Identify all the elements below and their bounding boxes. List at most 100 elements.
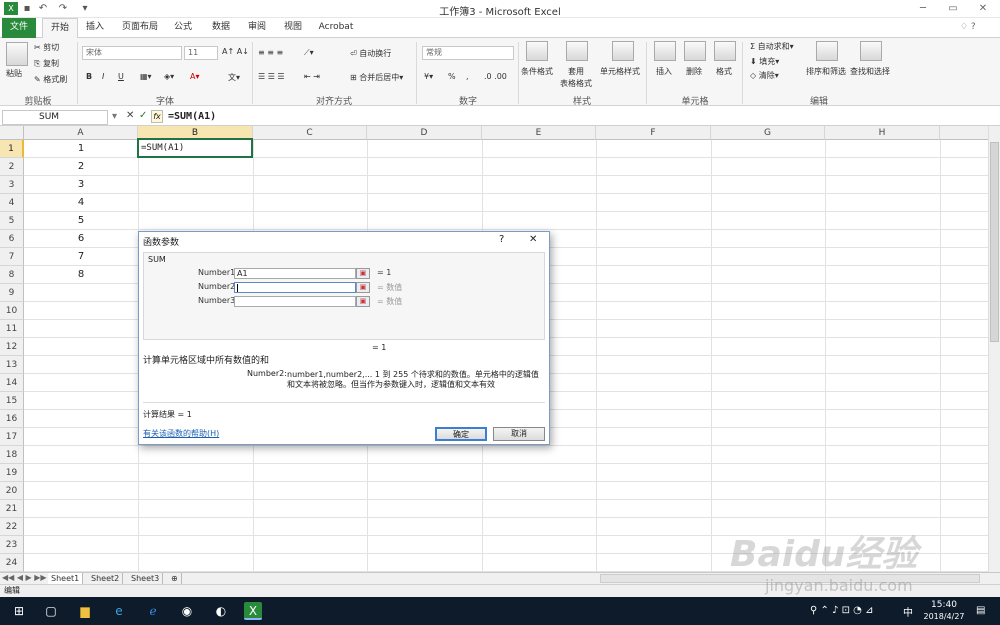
cancel-button[interactable]: 取消	[493, 427, 545, 441]
media-player-icon[interactable]: ◉	[178, 602, 196, 620]
column-header-c[interactable]: C	[253, 126, 367, 140]
percent-button[interactable]: %	[448, 72, 456, 81]
row-header-11[interactable]: 11	[0, 320, 24, 338]
row-header-8[interactable]: 8	[0, 266, 24, 284]
task-view-icon[interactable]: ▢	[42, 602, 60, 620]
row-header-24[interactable]: 24	[0, 554, 24, 572]
cell-styles-button[interactable]: 单元格样式	[600, 66, 640, 77]
cell-a3[interactable]: 3	[24, 179, 138, 190]
column-header-f[interactable]: F	[596, 126, 711, 140]
column-header-e[interactable]: E	[482, 126, 596, 140]
copy-button[interactable]: ⎘ 复制	[34, 58, 59, 69]
dialog-close-icon[interactable]: ✕	[529, 234, 537, 245]
cell-a7[interactable]: 7	[24, 251, 138, 262]
find-select-button[interactable]: 查找和选择	[850, 66, 890, 77]
scroll-thumb[interactable]	[990, 142, 999, 342]
collapse-dialog-icon[interactable]: ▣	[356, 268, 370, 279]
paste-button[interactable]: 粘贴	[6, 42, 28, 79]
column-header-g[interactable]: G	[711, 126, 825, 140]
comma-button[interactable]: ,	[466, 72, 469, 81]
table-format-button[interactable]: 套用	[568, 66, 584, 77]
format-cells-button[interactable]: 格式	[716, 66, 732, 77]
ime-indicator[interactable]: 中	[903, 604, 913, 619]
edge-icon[interactable]: e	[110, 602, 128, 620]
close-icon[interactable]: ✕	[968, 0, 998, 18]
tab-page-layout[interactable]: 页面布局	[116, 18, 164, 38]
sheet-tab-3[interactable]: Sheet3	[128, 573, 164, 584]
font-color-icon[interactable]: A▾	[190, 72, 200, 81]
cell-a5[interactable]: 5	[24, 215, 138, 226]
row-header-13[interactable]: 13	[0, 356, 24, 374]
cell-a1[interactable]: 1	[24, 143, 138, 154]
app-icon[interactable]: ◐	[212, 602, 230, 620]
function-dropdown-icon[interactable]: ▾	[112, 111, 117, 122]
row-header-22[interactable]: 22	[0, 518, 24, 536]
row-header-3[interactable]: 3	[0, 176, 24, 194]
row-header-21[interactable]: 21	[0, 500, 24, 518]
format-painter-button[interactable]: ✎ 格式刷	[34, 74, 67, 85]
font-size-dropdown[interactable]: 11	[184, 46, 218, 60]
font-grow-icon[interactable]: A↑ A↓	[222, 47, 249, 56]
delete-cells-button[interactable]: 删除	[686, 66, 702, 77]
table-format-button-2[interactable]: 表格格式	[560, 78, 592, 89]
row-header-19[interactable]: 19	[0, 464, 24, 482]
conditional-format-button[interactable]: 条件格式	[521, 66, 553, 77]
column-header-a[interactable]: A	[24, 126, 138, 140]
row-header-12[interactable]: 12	[0, 338, 24, 356]
arg-input-number3[interactable]	[234, 296, 356, 307]
tab-review[interactable]: 审阅	[242, 18, 272, 38]
number-format-dropdown[interactable]: 常规	[422, 46, 514, 60]
font-name-dropdown[interactable]: 宋体	[82, 46, 182, 60]
bold-button[interactable]: B	[86, 72, 92, 81]
excel-taskbar-icon[interactable]: X	[244, 602, 262, 620]
tab-data[interactable]: 数据	[206, 18, 236, 38]
tab-formulas[interactable]: 公式	[168, 18, 198, 38]
column-header-d[interactable]: D	[367, 126, 482, 140]
cell-a2[interactable]: 2	[24, 161, 138, 172]
row-header-23[interactable]: 23	[0, 536, 24, 554]
tray-icons[interactable]: ⚲ ⌃ ♪ ⊡ ◔ ⊿	[810, 605, 873, 616]
row-header-4[interactable]: 4	[0, 194, 24, 212]
active-cell-b1[interactable]: =SUM(A1)	[137, 138, 253, 158]
arg-input-number1[interactable]: A1	[234, 268, 356, 279]
underline-button[interactable]: U	[118, 72, 124, 81]
windows-start-icon[interactable]: ⊞	[10, 602, 28, 620]
dialog-help-icon[interactable]: ?	[499, 234, 504, 245]
cancel-entry-icon[interactable]: ✕	[126, 110, 134, 121]
currency-icon[interactable]: ¥▾	[424, 72, 433, 81]
row-header-16[interactable]: 16	[0, 410, 24, 428]
row-header-6[interactable]: 6	[0, 230, 24, 248]
row-header-14[interactable]: 14	[0, 374, 24, 392]
help-icon[interactable]: ♢ ?	[960, 22, 976, 32]
row-header-9[interactable]: 9	[0, 284, 24, 302]
phonetic-icon[interactable]: 文▾	[228, 72, 240, 83]
fill-color-icon[interactable]: ◈▾	[164, 72, 174, 81]
sort-filter-button[interactable]: 排序和筛选	[806, 66, 846, 77]
column-header-h[interactable]: H	[825, 126, 940, 140]
italic-button[interactable]: I	[102, 72, 104, 81]
border-icon[interactable]: ▦▾	[140, 72, 152, 81]
notification-icon[interactable]: ▤	[976, 605, 985, 616]
confirm-entry-icon[interactable]: ✓	[139, 110, 147, 121]
name-box[interactable]: SUM	[2, 110, 108, 125]
decimal-icon[interactable]: .0 .00	[484, 72, 507, 81]
merge-center-button[interactable]: ⊞ 合并后居中▾	[350, 72, 403, 83]
row-header-5[interactable]: 5	[0, 212, 24, 230]
insert-cells-button[interactable]: 插入	[656, 66, 672, 77]
insert-function-icon[interactable]: fx	[151, 110, 163, 123]
formula-input[interactable]: =SUM(A1)	[168, 110, 988, 125]
sheet-tab-2[interactable]: Sheet2	[88, 573, 124, 584]
fill-button[interactable]: ⬇ 填充▾	[750, 56, 779, 67]
sheet-nav-arrows-icon[interactable]: ◀◀ ◀ ▶ ▶▶	[2, 573, 47, 582]
row-header-10[interactable]: 10	[0, 302, 24, 320]
cut-button[interactable]: ✂ 剪切	[34, 42, 59, 53]
function-help-link[interactable]: 有关该函数的帮助(H)	[143, 428, 219, 439]
new-sheet-icon[interactable]: ⊕	[168, 573, 182, 584]
wrap-text-button[interactable]: ⏎ 自动换行	[350, 48, 391, 59]
row-header-17[interactable]: 17	[0, 428, 24, 446]
row-header-7[interactable]: 7	[0, 248, 24, 266]
collapse-dialog-icon[interactable]: ▣	[356, 282, 370, 293]
minimize-icon[interactable]: ─	[908, 0, 938, 18]
maximize-icon[interactable]: ▭	[938, 0, 968, 18]
select-all-corner[interactable]	[0, 126, 24, 140]
